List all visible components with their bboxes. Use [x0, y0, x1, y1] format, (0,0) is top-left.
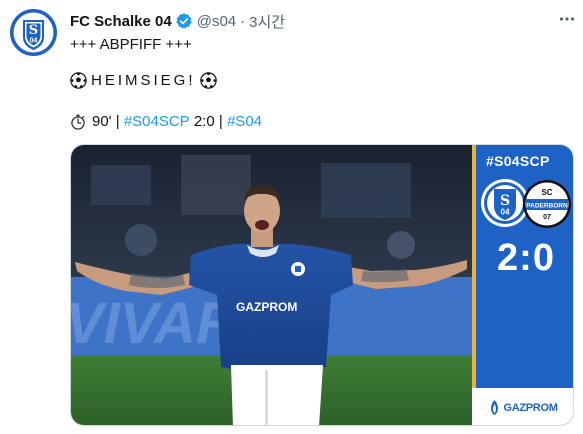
separator-pipe: |: [115, 113, 120, 130]
svg-text:07: 07: [543, 214, 551, 221]
panel-hashtag: #S04SCP: [486, 153, 550, 169]
soccer-ball-icon: [199, 72, 217, 89]
tweet-text-line-3: 90' | #S04SCP 2:0 | #S04: [70, 113, 262, 130]
timestamp[interactable]: 3시간: [249, 11, 285, 32]
match-minute: 90': [92, 113, 112, 130]
tweet-media[interactable]: VIVARO GAZPROM #S04SCP S 04 SC PADERBORN…: [70, 144, 574, 426]
handle[interactable]: @s04: [197, 13, 236, 30]
svg-text:04: 04: [501, 208, 510, 217]
svg-text:04: 04: [30, 38, 38, 45]
verified-badge-icon: [175, 12, 193, 30]
display-name[interactable]: FC Schalke 04: [70, 13, 172, 30]
svg-text:PADERBORN: PADERBORN: [526, 203, 568, 210]
avatar[interactable]: S 04: [10, 9, 57, 56]
separator-dot: ·: [240, 12, 246, 30]
tweet-text-line-1: +++ ABPFIFF +++: [70, 36, 192, 53]
score-display: 2:0: [497, 237, 555, 279]
stopwatch-icon: [70, 114, 86, 130]
match-score-text: 2:0: [193, 113, 215, 130]
svg-text:GAZPROM: GAZPROM: [236, 300, 297, 314]
hashtag-s04scp-link[interactable]: #S04SCP: [124, 113, 190, 130]
tweet[interactable]: S 04 FC Schalke 04 @s04 · 3시간 +++ ABPFIF…: [0, 0, 583, 434]
hashtag-s04-link[interactable]: #S04: [227, 113, 262, 130]
tweet-header: FC Schalke 04 @s04 · 3시간: [70, 11, 285, 31]
heimsieg-text: HEIMSIEG!: [91, 72, 196, 89]
svg-text:SC: SC: [541, 188, 552, 197]
sponsor-name: GAZPROM: [503, 401, 558, 414]
separator-pipe: |: [218, 113, 223, 130]
tweet-text-line-2: HEIMSIEG!: [70, 72, 217, 89]
soccer-ball-icon: [70, 72, 87, 89]
celebration-photo: VIVARO GAZPROM: [71, 145, 472, 425]
panel-stripe: [472, 145, 476, 425]
score-panel: #S04SCP S 04 SC PADERBORN 07 2:0 GAZPROM: [472, 145, 573, 425]
sponsor-logo: GAZPROM: [472, 388, 573, 425]
gazprom-flame-icon: [491, 400, 499, 415]
paderborn-crest-icon: SC PADERBORN 07: [523, 180, 571, 228]
more-options-icon[interactable]: [556, 8, 578, 30]
svg-text:S: S: [29, 23, 38, 38]
